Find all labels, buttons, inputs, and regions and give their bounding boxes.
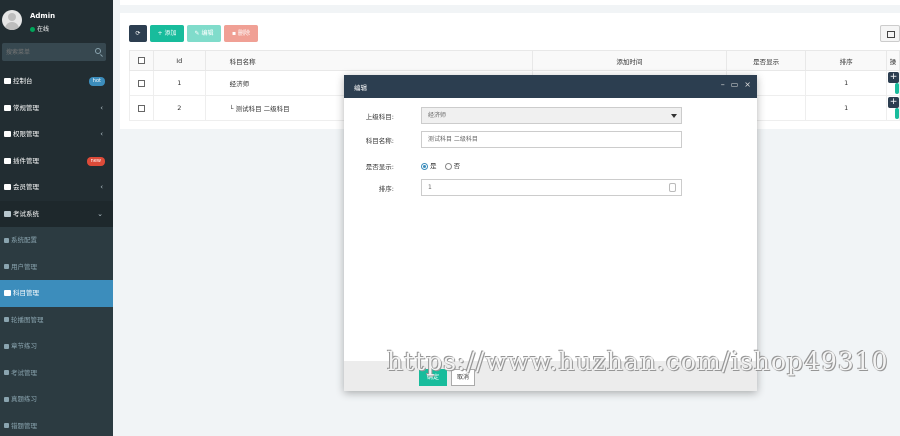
sidebar-item-exams[interactable]: 考试管理 [0,359,113,386]
circle-icon [4,423,9,428]
avatar [2,10,22,30]
gear-icon [4,237,9,243]
chevron-left-icon: ‹ [100,183,103,191]
image-icon [4,317,9,322]
graduation-cap-icon [4,370,9,375]
sidebar-item-label: 用户管理 [11,262,37,271]
sidebar-item-label: 错题管理 [11,421,37,430]
sidebar-item-general[interactable]: 常规管理 ‹ [0,95,113,122]
chevron-left-icon: ‹ [100,130,103,138]
sidebar-item-label: 系统配置 [11,236,37,244]
sidebar-item-label: 权限管理 [13,130,39,138]
user-panel: Admin 在线 [0,0,113,40]
user-name: Admin [30,12,56,20]
file-icon [4,396,9,402]
sidebar-search-input[interactable] [2,43,82,61]
search-icon[interactable] [95,48,101,54]
user-icon [4,264,9,269]
sidebar-item-addons[interactable]: 插件管理 new [0,148,113,175]
rocket-icon [4,157,11,164]
sidebar: Admin 在线 控制台 hot 常规管理 ‹ 权限管理 ‹ 插件管理 new 会员管理… [0,0,113,436]
sidebar-item-auth[interactable]: 权限管理 ‹ [0,121,113,148]
dialog-title: 编辑 [354,84,367,92]
sidebar-item-config[interactable]: 系统配置 [0,227,113,254]
visible-no-radio[interactable] [444,162,452,170]
sidebar-search [2,43,106,61]
user-status-text: 在线 [37,26,50,33]
book-icon [4,343,9,349]
maximize-icon[interactable]: ▭ [731,80,739,89]
parent-subject-label: 上级科目: [365,113,394,121]
sidebar-item-chapter-practice[interactable]: 章节练习 [0,333,113,360]
close-icon[interactable]: × [744,80,751,89]
visible-yes-radio[interactable] [421,162,428,170]
sidebar-item-wrong-questions[interactable]: 错题管理 [0,412,113,436]
online-dot-icon [30,27,35,32]
sidebar-item-users[interactable]: 用户管理 [0,253,113,280]
sidebar-item-label: 常规管理 [13,103,39,112]
user-icon [4,184,11,190]
hot-badge: hot [88,77,105,86]
sort-label: 排序: [378,185,394,193]
visible-radio-group: 是 否 [421,160,460,170]
sidebar-item-exam-system[interactable]: 考试系统 ⌄ [0,200,113,227]
new-badge: new [86,156,105,166]
sidebar-item-dashboard[interactable]: 控制台 hot [0,68,113,95]
sidebar-item-label: 控制台 [13,77,33,85]
dialog-header: 编辑 – ▭ × [344,75,757,98]
dashboard-icon [4,78,11,84]
sidebar-item-label: 会员管理 [13,183,39,191]
sidebar-item-members[interactable]: 会员管理 ‹ [0,174,113,201]
user-status: 在线 [30,24,49,33]
graduation-cap-icon [4,210,11,217]
sidebar-item-past-papers[interactable]: 真题练习 [0,386,113,413]
sidebar-item-label: 轮播图管理 [11,315,44,324]
cogs-icon [4,104,11,111]
sidebar-menu: 控制台 hot 常规管理 ‹ 权限管理 ‹ 插件管理 new 会员管理 ‹ 考试系统 ⌄ 系… [0,68,113,436]
sidebar-item-label: 考试管理 [11,368,37,377]
spinner-icon[interactable] [669,183,676,192]
subject-name-label: 科目名称: [365,137,394,145]
visible-no-label: 否 [453,162,461,170]
group-icon [4,131,11,137]
visible-label: 是否显示: [365,163,394,171]
sidebar-item-banners[interactable]: 轮播图管理 [0,306,113,333]
sidebar-item-label: 插件管理 [13,156,39,165]
sort-value: 1 [428,184,432,191]
subject-icon [4,290,11,296]
subject-name-input[interactable]: 测试科目 二级科目 [421,131,682,148]
edit-dialog: 编辑 – ▭ × 上级科目: 经济师 科目名称: 测试科目 二级科目 是否显示: 是… [344,75,757,391]
visible-yes-label: 是 [430,162,437,170]
minimize-icon[interactable]: – [721,80,725,89]
chevron-down-icon: ⌄ [97,209,103,218]
sidebar-item-subjects[interactable]: 科目管理 [0,280,113,307]
watermark: https://www.huzhan.com/ishop49310 [387,347,889,376]
sidebar-item-label: 章节练习 [11,342,37,350]
parent-subject-select[interactable]: 经济师 [421,107,682,124]
sidebar-item-label: 科目管理 [13,289,39,297]
sidebar-item-label: 真题练习 [11,395,37,403]
dialog-controls: – ▭ × [715,80,751,89]
sidebar-item-label: 考试系统 [13,209,39,218]
sort-input[interactable]: 1 [421,179,682,196]
chevron-left-icon: ‹ [100,103,103,112]
